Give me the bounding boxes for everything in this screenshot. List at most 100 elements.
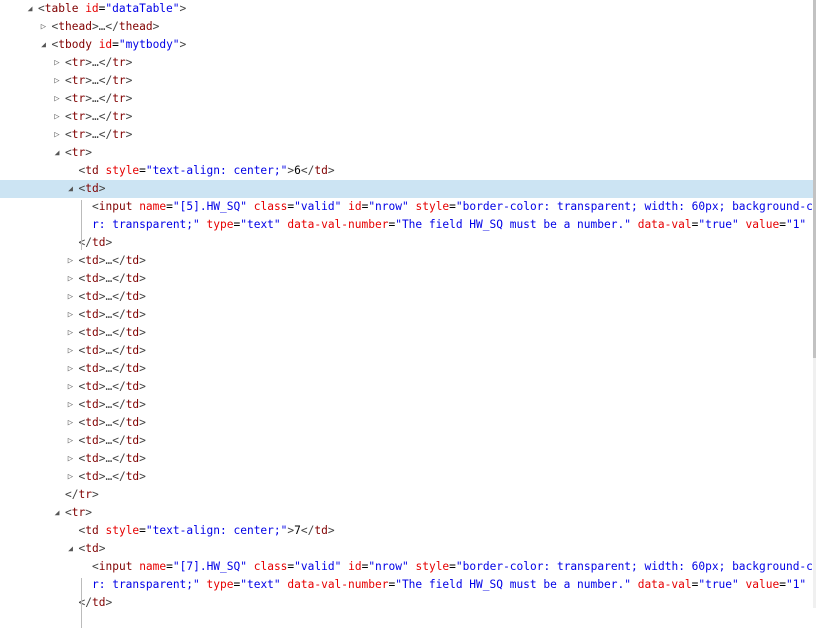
node-td-collapsed[interactable]: <td>…</td> bbox=[0, 342, 813, 360]
cell-text: 6 bbox=[294, 164, 301, 177]
tag-name: td bbox=[85, 326, 99, 339]
tag-name: tr bbox=[112, 74, 126, 87]
node-td-collapsed[interactable]: <td>…</td> bbox=[0, 414, 813, 432]
expand-triangle-closed-icon[interactable] bbox=[67, 414, 75, 432]
node-td-collapsed[interactable]: <td>…</td> bbox=[0, 360, 813, 378]
node-tr-collapsed[interactable]: <tr>…</tr> bbox=[0, 72, 813, 90]
node-tr[interactable]: <tr> bbox=[0, 504, 813, 522]
attribute-name: type bbox=[206, 218, 234, 231]
expand-triangle-open-icon[interactable] bbox=[53, 144, 61, 162]
node-td-collapsed[interactable]: <td>…</td> bbox=[0, 432, 813, 450]
node-td-collapsed[interactable]: <td>…</td> bbox=[0, 378, 813, 396]
expand-triangle-closed-icon[interactable] bbox=[67, 378, 75, 396]
code-token: > bbox=[179, 38, 187, 51]
code-token: >…</ bbox=[98, 452, 126, 465]
expand-triangle-closed-icon[interactable] bbox=[40, 18, 48, 36]
code-token: >…</ bbox=[98, 434, 126, 447]
code-token: >…</ bbox=[98, 362, 126, 375]
node-td-collapsed[interactable]: <td>…</td> bbox=[0, 288, 813, 306]
code-token: > bbox=[125, 128, 133, 141]
attribute-value: "true" bbox=[698, 218, 739, 231]
attribute-name: class bbox=[253, 560, 288, 573]
tag-name: tr bbox=[71, 110, 86, 123]
expand-triangle-closed-icon[interactable] bbox=[67, 252, 75, 270]
node-td-index[interactable]: <td style="text-align: center;">7</td> bbox=[0, 522, 813, 540]
node-td-collapsed[interactable]: <td>…</td> bbox=[0, 450, 813, 468]
node-td-index[interactable]: <td style="text-align: center;">6</td> bbox=[0, 162, 813, 180]
expand-triangle-closed-icon[interactable] bbox=[67, 450, 75, 468]
node-thead[interactable]: <thead>…</thead> bbox=[0, 18, 813, 36]
tag-name: td bbox=[85, 452, 99, 465]
expand-triangle-closed-icon[interactable] bbox=[67, 432, 75, 450]
code-token: > bbox=[139, 380, 146, 393]
node-td-collapsed[interactable]: <td>…</td> bbox=[0, 324, 813, 342]
indent-guide bbox=[80, 578, 82, 628]
expand-triangle-closed-icon[interactable] bbox=[67, 468, 75, 486]
node-tr-collapsed[interactable]: <tr>…</tr> bbox=[0, 126, 813, 144]
attribute-name: id bbox=[98, 38, 113, 51]
tag-name: td bbox=[85, 416, 99, 429]
node-tr-collapsed[interactable]: <tr>…</tr> bbox=[0, 54, 813, 72]
code-token: = bbox=[166, 560, 173, 573]
expand-triangle-closed-icon[interactable] bbox=[67, 324, 75, 342]
node-input[interactable]: <input name="[5].HW_SQ" class="valid" id… bbox=[0, 198, 816, 216]
code-token: < bbox=[65, 74, 72, 87]
node-tr-close[interactable]: </tr> bbox=[0, 486, 813, 504]
node-td-collapsed[interactable]: <td>…</td> bbox=[0, 252, 813, 270]
code-token: < bbox=[65, 506, 72, 519]
tag-name: td bbox=[85, 380, 99, 393]
code-token: = bbox=[449, 560, 456, 573]
code-token: >…</ bbox=[85, 56, 113, 69]
expand-triangle-closed-icon[interactable] bbox=[67, 360, 75, 378]
node-td-collapsed[interactable]: <td>…</td> bbox=[0, 270, 813, 288]
node-td-collapsed[interactable]: <td>…</td> bbox=[0, 396, 813, 414]
code-token: = bbox=[139, 524, 146, 537]
code-token: > bbox=[105, 596, 113, 609]
expand-triangle-closed-icon[interactable] bbox=[53, 90, 61, 108]
node-input[interactable]: <input name="[7].HW_SQ" class="valid" id… bbox=[0, 558, 816, 576]
code-token: > bbox=[139, 434, 146, 447]
expand-triangle-closed-icon[interactable] bbox=[53, 72, 61, 90]
node-td-collapsed[interactable]: <td>…</td> bbox=[0, 468, 813, 486]
expand-triangle-open-icon[interactable] bbox=[67, 180, 75, 198]
node-tr[interactable]: <tr> bbox=[0, 144, 813, 162]
node-table[interactable]: <table id="dataTable"> bbox=[0, 0, 813, 18]
code-token: > bbox=[125, 56, 133, 69]
expand-triangle-closed-icon[interactable] bbox=[67, 270, 75, 288]
attribute-name: data-val bbox=[637, 218, 692, 231]
expand-triangle-open-icon[interactable] bbox=[26, 0, 34, 18]
attribute-name: id bbox=[348, 560, 362, 573]
tag-name: td bbox=[125, 380, 140, 393]
code-token: >…</ bbox=[85, 74, 113, 87]
node-td-collapsed[interactable]: <td>…</td> bbox=[0, 306, 813, 324]
expand-triangle-open-icon[interactable] bbox=[40, 36, 48, 54]
expand-triangle-closed-icon[interactable] bbox=[67, 342, 75, 360]
expand-triangle-closed-icon[interactable] bbox=[53, 108, 61, 126]
expand-triangle-open-icon[interactable] bbox=[67, 540, 75, 558]
tag-name: td bbox=[125, 470, 140, 483]
attribute-name: value bbox=[745, 578, 780, 591]
code-token: >…</ bbox=[91, 20, 119, 33]
node-td-close[interactable]: </td> bbox=[0, 234, 813, 252]
node-tr-collapsed[interactable]: <tr>…</tr> bbox=[0, 90, 813, 108]
node-td-close[interactable]: </td> bbox=[0, 594, 813, 612]
code-token: < bbox=[65, 146, 72, 159]
expand-triangle-open-icon[interactable] bbox=[53, 504, 61, 522]
expand-triangle-closed-icon[interactable] bbox=[53, 126, 61, 144]
expand-triangle-closed-icon[interactable] bbox=[67, 396, 75, 414]
node-td-input[interactable]: <td> bbox=[0, 540, 813, 558]
expand-triangle-closed-icon[interactable] bbox=[67, 306, 75, 324]
node-input-wrap[interactable]: r: transparent;" type = "text" data-val-nu… bbox=[0, 576, 816, 594]
expand-triangle-closed-icon[interactable] bbox=[67, 288, 75, 306]
tag-name: td bbox=[314, 164, 328, 177]
code-token: > bbox=[98, 182, 106, 195]
node-tbody[interactable]: <tbody id="mytbody"> bbox=[0, 36, 813, 54]
expand-triangle-closed-icon[interactable] bbox=[53, 54, 61, 72]
tag-name: tr bbox=[112, 128, 126, 141]
node-tr-collapsed[interactable]: <tr>…</tr> bbox=[0, 108, 813, 126]
code-token: = bbox=[449, 200, 456, 213]
attribute-name: style bbox=[415, 560, 450, 573]
attribute-value: r: transparent;" bbox=[92, 218, 200, 231]
node-input-wrap[interactable]: r: transparent;" type = "text" data-val-nu… bbox=[0, 216, 816, 234]
node-td-input[interactable]: <td> bbox=[0, 180, 813, 198]
